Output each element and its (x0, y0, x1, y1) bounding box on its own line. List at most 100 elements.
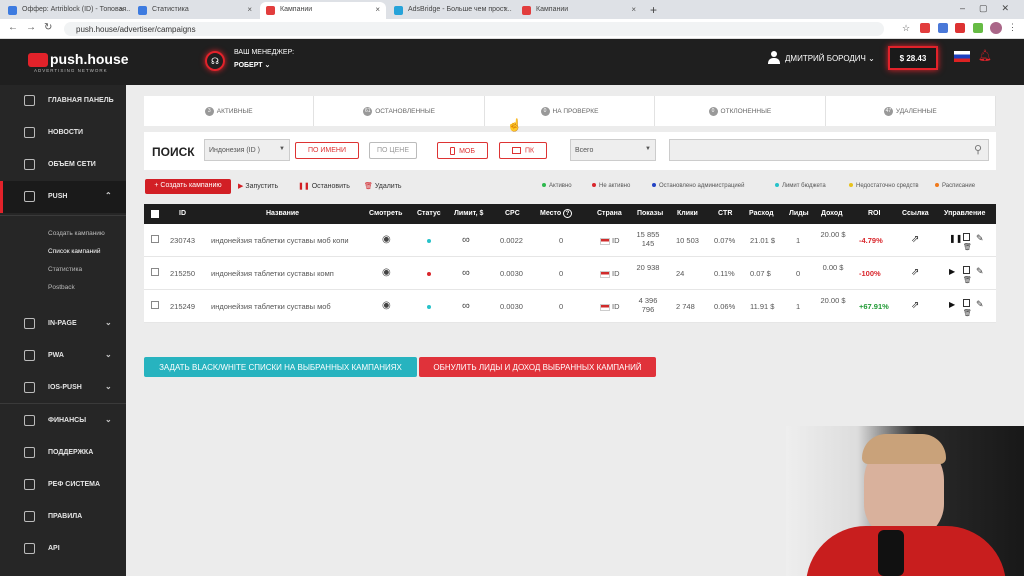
user-menu[interactable]: ДМИТРИЙ БОРОДИЧ ⌄ (785, 54, 875, 63)
status-tab[interactable]: 47 УДАЛЕННЫЕ (826, 96, 996, 126)
edit-icon[interactable]: ✎ (976, 266, 984, 277)
extension-icon[interactable] (973, 23, 983, 33)
eye-icon[interactable]: ◉ (382, 300, 391, 311)
manager-name[interactable]: РОБЕРТ ⌄ (234, 61, 270, 69)
copy-icon[interactable] (963, 299, 970, 307)
sidebar-item-api[interactable]: API (0, 533, 126, 565)
stop-button[interactable]: ❚❚ Остановить (298, 182, 350, 190)
status-tab[interactable]: 0 ОТКЛОНЕННЫЕ (655, 96, 826, 126)
active-indicator (0, 181, 3, 213)
sidebar-item-news[interactable]: НОВОСТИ (0, 117, 126, 149)
extension-icon[interactable] (955, 23, 965, 33)
sidebar-item-pwa[interactable]: PWA ⌄ (0, 340, 126, 372)
status-dot (427, 272, 431, 276)
legend-label: Активно (549, 183, 572, 189)
window-controls[interactable]: –▢✕ (960, 3, 1023, 14)
sidebar-item-ios[interactable]: IOS-PUSH ⌄ (0, 372, 126, 404)
sidebar-subitem[interactable]: Статистика (48, 266, 82, 273)
table-row[interactable]: 230743 индонейзия таблетки суставы моб ко… (144, 224, 996, 257)
eye-icon[interactable]: ◉ (382, 267, 391, 278)
pause-icon[interactable]: ❚❚ (949, 234, 962, 243)
status-tab[interactable]: 3 АКТИВНЫЕ (144, 96, 315, 126)
sidebar-item-inpage[interactable]: IN-PAGE ⌄ (0, 308, 126, 340)
nav-buttons[interactable]: ←→↻ (8, 22, 60, 33)
tab-close-icon[interactable]: × (119, 5, 124, 14)
legend-item: Лимит бюджета (775, 183, 826, 189)
edit-icon[interactable]: ✎ (976, 233, 984, 244)
pwa-icon (24, 350, 35, 361)
bell-icon[interactable]: 🔔︎ (978, 49, 992, 62)
play-icon[interactable]: ▶ (949, 300, 955, 309)
external-link-icon[interactable]: ⇗ (911, 300, 919, 311)
set-black-white-lists-button[interactable]: ЗАДАТЬ BLACK/WHITE СПИСКИ НА ВЫБРАННЫХ К… (144, 357, 417, 377)
leads-value: 1 (796, 236, 801, 245)
sidebar-item-referral[interactable]: РЕФ СИСТЕМА (0, 469, 126, 501)
url-input[interactable]: push.house/advertiser/campaigns (64, 22, 884, 36)
play-icon[interactable]: ▶ (949, 267, 955, 276)
external-link-icon[interactable]: ⇗ (911, 267, 919, 278)
trash-icon[interactable]: 🗑︎ (963, 276, 972, 284)
browser-menu-icon[interactable]: ⋮ (1008, 22, 1017, 33)
eye-icon[interactable]: ◉ (382, 234, 391, 245)
scope-select[interactable]: Всего ▼ (570, 139, 656, 161)
sidebar-subitem[interactable]: Создать кампанию (48, 230, 105, 237)
browser-tab[interactable]: AdsBridge - Больше чем прост... × (388, 2, 514, 19)
logo-text[interactable]: push.house (50, 51, 129, 67)
manager-name-text: РОБЕРТ (234, 62, 263, 69)
legend-item: Остановлено администрацией (652, 183, 744, 189)
sidebar-subitem[interactable]: Postback (48, 284, 75, 291)
country-select[interactable]: Индонезия (ID ) ▼ (204, 139, 290, 161)
sidebar-item-dashboard[interactable]: ГЛАВНАЯ ПАНЕЛЬ (0, 85, 126, 117)
pc-filter-button[interactable]: ПК (499, 142, 547, 159)
copy-icon[interactable] (963, 233, 970, 241)
income-value: 0.00 $ (822, 263, 844, 272)
external-link-icon[interactable]: ⇗ (911, 234, 919, 245)
bookmark-star-icon[interactable]: ☆ (902, 23, 910, 34)
trash-icon[interactable]: 🗑︎ (963, 309, 972, 317)
search-by-name-button[interactable]: ПО ИМЕНИ (295, 142, 359, 159)
column-header: Смотреть (369, 210, 403, 217)
row-checkbox[interactable] (151, 235, 159, 243)
row-checkbox[interactable] (151, 301, 159, 309)
edit-icon[interactable]: ✎ (976, 299, 984, 310)
copy-icon[interactable] (963, 266, 970, 274)
tab-close-icon[interactable]: × (631, 5, 636, 14)
create-campaign-button[interactable]: + Создать кампанию (145, 179, 231, 194)
sidebar-item-finance[interactable]: ФИНАНСЫ ⌄ (0, 405, 126, 437)
sidebar-subitem[interactable]: Список кампаний (48, 248, 101, 255)
search-by-price-button[interactable]: ПО ЦЕНЕ (369, 142, 417, 159)
tab-title: Оффер: Artriblock (ID) - Топовая... (22, 6, 130, 13)
browser-tab[interactable]: Статистика × (132, 2, 258, 19)
reset-leads-income-button[interactable]: ОБНУЛИТЬ ЛИДЫ И ДОХОД ВЫБРАННЫХ КАМПАНИЙ (419, 357, 656, 377)
trash-icon[interactable]: 🗑︎ (963, 243, 972, 251)
row-checkbox[interactable] (151, 268, 159, 276)
profile-avatar[interactable] (990, 22, 1002, 34)
sidebar-item-briefcase[interactable]: PUSH ⌃ (0, 181, 126, 213)
mobile-filter-button[interactable]: МОБ (437, 142, 488, 159)
browser-tab[interactable]: Кампании × (516, 2, 642, 19)
help-icon[interactable]: ? (563, 209, 572, 218)
tab-close-icon[interactable]: × (503, 5, 508, 14)
sidebar-item-rules[interactable]: ПРАВИЛА (0, 501, 126, 533)
search-input[interactable]: ⚲ (669, 139, 989, 161)
select-all-checkbox[interactable] (151, 210, 159, 218)
table-row[interactable]: 215249 индонейзия таблетки суставы моб ◉ ∞ 0… (144, 290, 996, 323)
tab-close-icon[interactable]: × (375, 5, 380, 14)
balance-button[interactable]: $ 28.43 (888, 46, 938, 70)
sidebar-item-support[interactable]: ПОДДЕРЖКА (0, 437, 126, 469)
browser-tab[interactable]: Кампании × (260, 2, 386, 19)
count-badge: 61 (363, 107, 373, 116)
tab-close-icon[interactable]: × (247, 5, 252, 14)
start-button[interactable]: ▶ Запустить (238, 182, 278, 190)
extension-icon[interactable] (920, 23, 930, 33)
extension-icon[interactable] (938, 23, 948, 33)
new-tab-button[interactable]: + (650, 3, 657, 17)
sidebar-item-label: PUSH (48, 193, 68, 200)
browser-tab[interactable]: Оффер: Artriblock (ID) - Топовая... × (2, 2, 130, 19)
network-icon (24, 159, 35, 170)
language-flag-icon[interactable] (954, 51, 970, 62)
status-tab[interactable]: 61 ОСТАНОВЛЕННЫЕ (314, 96, 485, 126)
table-row[interactable]: 215250 индонейзия таблетки суставы комп ◉ ∞… (144, 257, 996, 290)
sidebar-item-network[interactable]: ОБЪЕМ СЕТИ (0, 149, 126, 181)
delete-button[interactable]: 🗑︎ Удалить (364, 182, 402, 190)
